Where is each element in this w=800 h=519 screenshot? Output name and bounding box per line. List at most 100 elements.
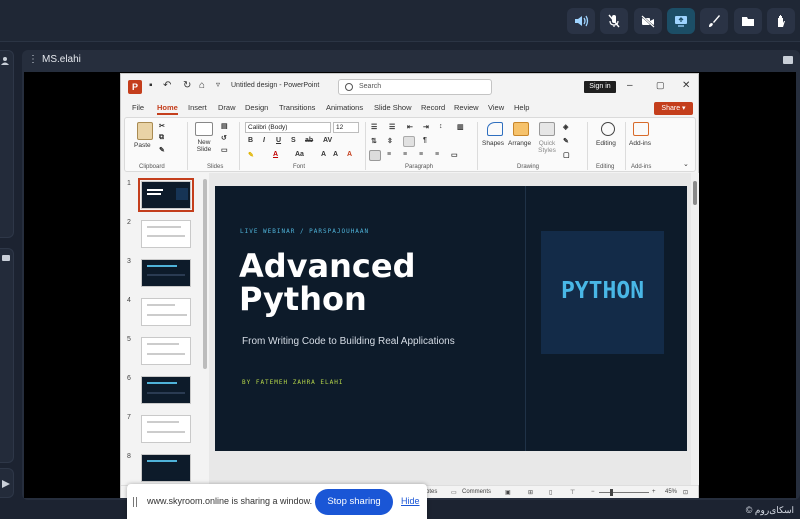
quick-styles-label[interactable]: Quick Styles [535,140,559,154]
camera-button[interactable] [634,8,662,34]
quick-styles-icon[interactable] [539,122,555,136]
comments-icon[interactable]: ▭ [451,489,457,496]
underline-icon[interactable]: U [276,137,281,144]
mic-button[interactable] [600,8,628,34]
bold-icon[interactable]: B [248,137,253,144]
strikethrough-icon[interactable]: ab [305,137,313,144]
close-icon[interactable]: ✕ [682,80,690,91]
tab-help[interactable]: Help [514,103,529,112]
line-spacing-icon[interactable]: ↕ [439,123,443,130]
increase-indent-icon[interactable]: ⇥ [423,123,429,131]
tab-file[interactable]: File [132,103,144,112]
tab-slide-show[interactable]: Slide Show [374,103,412,112]
paragraph-options-icon[interactable]: ▭ [451,151,458,159]
arrange-label[interactable]: Arrange [508,140,531,147]
paragraph-mark-icon[interactable]: ¶ [423,137,427,144]
slideshow-view-icon[interactable]: ⊤ [570,489,575,496]
brush-button[interactable] [700,8,728,34]
add-ins-label[interactable]: Add-ins [629,140,651,147]
drag-handle-icon[interactable] [133,497,137,507]
normal-view-icon[interactable]: ▣ [505,489,511,496]
grow-font-icon[interactable]: A [321,151,326,158]
undo-icon[interactable]: ↶ [163,80,171,91]
slide-thumbnail[interactable] [138,178,194,212]
fullscreen-icon[interactable] [782,54,794,66]
thumbnails-scrollbar[interactable] [203,179,207,369]
maximize-icon[interactable]: ▢ [656,80,665,91]
find-icon[interactable] [601,122,615,136]
current-slide[interactable]: LIVE WEBINAR / PARSPAJOUHAAN Advanced Py… [215,186,687,451]
zoom-slider[interactable] [599,492,649,493]
shadow-icon[interactable]: S [291,137,296,144]
reading-view-icon[interactable]: ▯ [549,489,552,496]
paste-icon[interactable] [137,122,153,140]
tab-design[interactable]: Design [245,103,268,112]
clear-formatting-icon[interactable]: A [347,151,352,158]
zoom-slider-knob[interactable] [610,489,613,496]
minimize-icon[interactable]: – [627,80,633,91]
text-direction-icon[interactable]: ⇅ [371,137,377,145]
tab-review[interactable]: Review [454,103,479,112]
layout-icon[interactable]: ▤ [221,122,228,130]
customize-icon[interactable]: ▿ [216,80,220,89]
shrink-font-icon[interactable]: A [333,151,338,158]
sign-in-button[interactable]: Sign in [584,81,616,93]
change-case-icon[interactable]: Aa [295,151,304,158]
align-center-icon[interactable]: ≡ [387,151,391,158]
raise-hand-button[interactable] [767,8,795,34]
tab-home[interactable]: Home [157,103,178,115]
tab-record[interactable]: Record [421,103,445,112]
notes-button[interactable]: otes [426,489,437,495]
editor-scrollbar[interactable] [691,173,699,485]
tab-draw[interactable]: Draw [218,103,236,112]
shape-effects-icon[interactable]: ▢ [563,151,570,159]
bullets-icon[interactable]: ☰ [371,123,377,131]
hide-link[interactable]: Hide [401,496,420,506]
font-name-select[interactable]: Calibri (Body) [245,122,331,133]
slide-thumbnail[interactable] [141,454,191,482]
slide-thumbnail[interactable] [141,376,191,404]
save-icon[interactable]: ▪ [149,80,153,91]
files-button[interactable] [734,8,762,34]
align-left-icon[interactable] [369,150,381,161]
columns-icon[interactable]: ▥ [457,123,464,131]
tab-insert[interactable]: Insert [188,103,207,112]
character-spacing-icon[interactable]: AV [323,137,332,144]
add-ins-icon[interactable] [633,122,649,136]
share-button[interactable]: Share ▾ [654,102,693,115]
paste-label[interactable]: Paste [134,142,151,149]
numbering-icon[interactable]: ☰ [389,123,395,131]
copy-icon[interactable]: ⧉ [159,134,164,142]
slide-thumbnail[interactable] [141,220,191,248]
more-options-icon[interactable]: ⋮ [28,54,38,65]
speaker-button[interactable] [567,8,595,34]
shape-outline-icon[interactable]: ✎ [563,137,569,145]
highlight-icon[interactable]: ✎ [248,151,254,159]
decrease-indent-icon[interactable]: ⇤ [407,123,413,131]
justify-icon[interactable]: ≡ [419,151,423,158]
shape-fill-icon[interactable]: ◈ [563,123,568,131]
new-slide-icon[interactable] [195,122,213,136]
ribbon-collapse-icon[interactable]: ⌄ [683,160,689,168]
distributed-icon[interactable]: ≡ [435,151,439,158]
shapes-icon[interactable] [487,122,503,136]
present-icon[interactable]: ⌂ [199,80,205,91]
align-right-icon[interactable]: ≡ [403,151,407,158]
zoom-out-icon[interactable]: − [591,489,595,495]
redo-icon[interactable]: ↻ [183,80,191,91]
section-icon[interactable]: ▭ [221,146,228,154]
align-text-icon[interactable]: ⇳ [387,137,393,145]
slide-sorter-icon[interactable]: ⊞ [528,489,533,496]
side-panel-send[interactable] [0,468,14,498]
tab-animations[interactable]: Animations [326,103,363,112]
arrange-icon[interactable] [513,122,529,136]
cut-icon[interactable]: ✂ [159,122,165,130]
tab-transitions[interactable]: Transitions [279,103,315,112]
comments-button[interactable]: Comments [462,489,491,495]
screen-share-button[interactable] [667,8,695,34]
zoom-in-icon[interactable]: + [652,489,656,495]
zoom-level[interactable]: 45% [665,489,677,495]
editing-label[interactable]: Editing [596,140,616,147]
reset-icon[interactable]: ↺ [221,134,227,142]
scroll-thumb[interactable] [693,181,697,205]
